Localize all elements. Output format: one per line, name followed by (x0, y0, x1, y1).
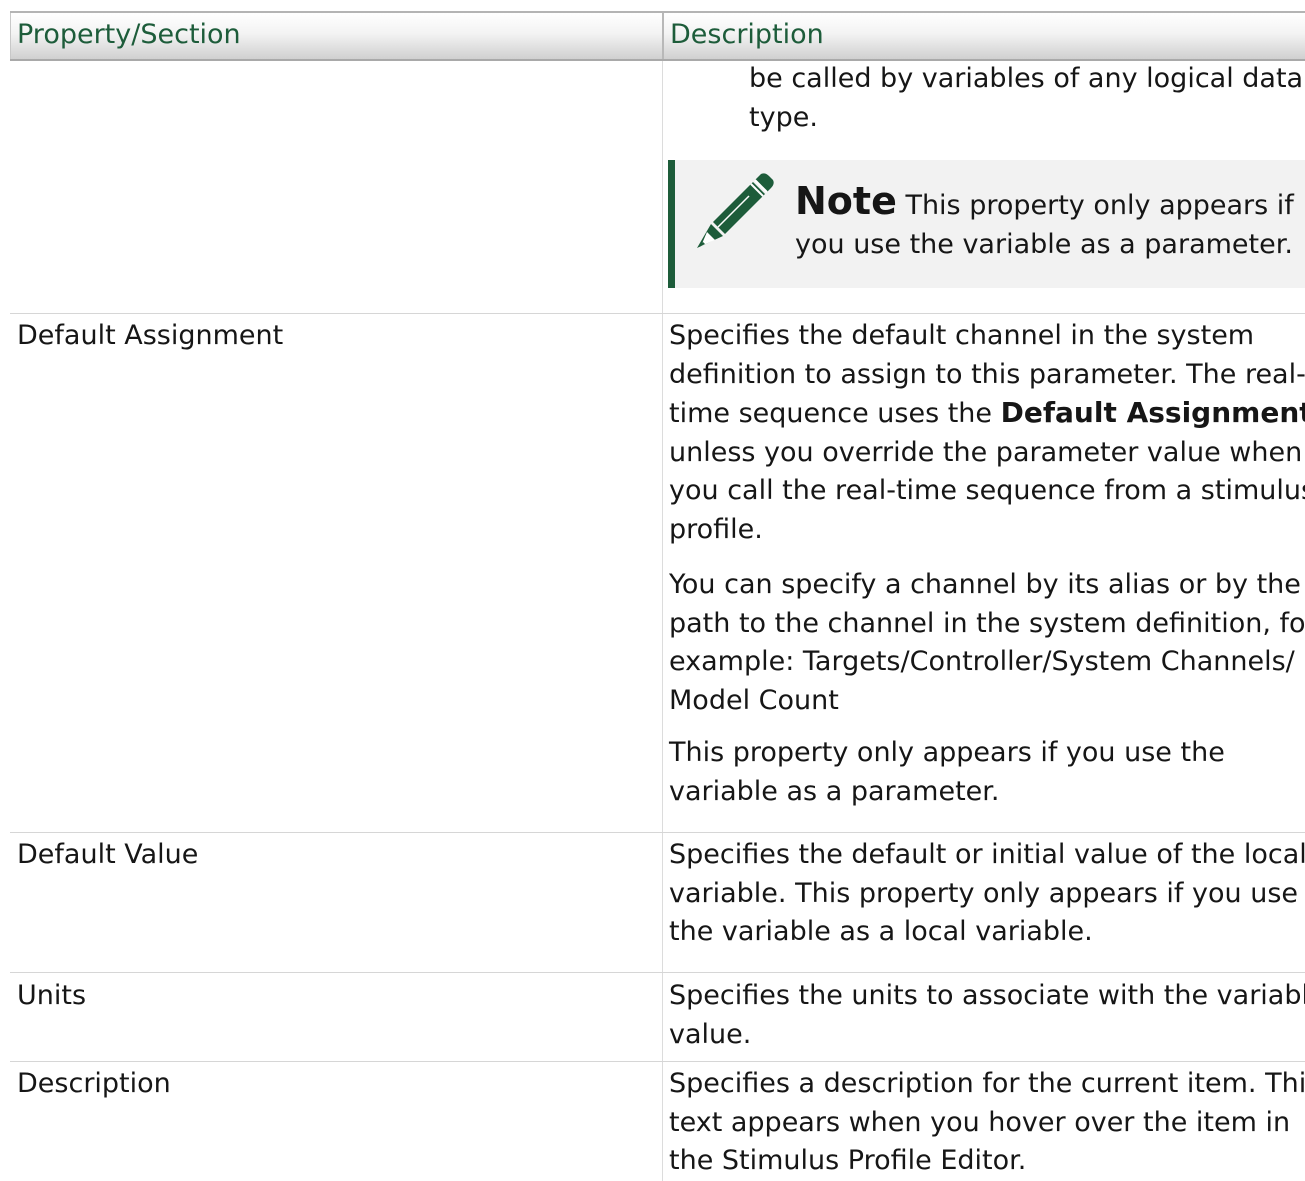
text-line: variable as a parameter. (669, 775, 1000, 807)
row-separator (10, 313, 1305, 314)
text-line: You can specify a channel by its alias o… (669, 569, 1301, 600)
note-text: Note This property only appears if you u… (795, 182, 1294, 264)
property-name: Default Assignment (17, 320, 284, 351)
column-header-description[interactable]: Description (662, 13, 1305, 59)
property-name: Default Value (17, 839, 199, 870)
note-line: you use the variable as a parameter. (795, 229, 1293, 260)
row-separator (10, 832, 1305, 833)
text-line: variable. This property only appears if … (669, 877, 1299, 909)
property-description: Specifies a description for the current … (669, 1065, 1305, 1181)
text-line: unless you override the parameter value … (669, 436, 1303, 468)
text-span: time sequence uses the (669, 398, 1001, 429)
text-line: definition to assign to this parameter. … (669, 358, 1305, 390)
column-divider (662, 61, 663, 1181)
text-line: This property only appears if you use th… (669, 737, 1225, 768)
text-line: Specifies the units to associate with th… (669, 980, 1305, 1011)
text-line: Specifies the default or initial value o… (669, 839, 1305, 870)
property-name: Units (17, 980, 87, 1011)
text-line: path to the channel in the system defini… (669, 607, 1305, 639)
row-separator (10, 972, 1305, 973)
text-line: time sequence uses the Default Assignmen… (669, 394, 1305, 434)
note-box: Note This property only appears if you u… (668, 160, 1305, 288)
property-description: Specifies the default channel in the sys… (669, 317, 1305, 549)
text-line: example: Targets/Controller/System Chann… (669, 646, 1295, 677)
text-line: type. (749, 101, 818, 133)
text-line: Specifies a description for the current … (669, 1068, 1305, 1099)
text-line: Specifies the default channel in the sys… (669, 320, 1255, 351)
property-name: Description (17, 1068, 171, 1099)
text-line: you call the real-time sequence from a s… (669, 475, 1305, 506)
text-line: Model Count (669, 684, 839, 716)
note-line: This property only appears if (905, 190, 1294, 221)
table-header: Property/Section Description (10, 11, 1305, 61)
property-description-p3: This property only appears if you use th… (669, 734, 1225, 811)
row-separator (10, 1061, 1305, 1062)
ui-term: Default Assignment (1000, 396, 1305, 429)
carry-over-description: be called by variables of any logical da… (749, 60, 1303, 137)
text-line: the Stimulus Profile Editor. (669, 1145, 1027, 1176)
text-line: be called by variables of any logical da… (749, 63, 1304, 94)
text-line: profile. (669, 513, 763, 545)
property-description-p2: You can specify a channel by its alias o… (669, 566, 1305, 720)
text-line: text appears when you hover over the ite… (669, 1106, 1291, 1138)
pencil-icon (697, 173, 774, 248)
column-header-property[interactable]: Property/Section (10, 13, 669, 59)
note-label: Note (795, 179, 897, 223)
text-line: the variable as a local variable. (669, 916, 1093, 947)
property-description: Specifies the units to associate with th… (669, 977, 1305, 1054)
text-line: value. (669, 1018, 752, 1050)
property-description: Specifies the default or initial value o… (669, 836, 1305, 952)
